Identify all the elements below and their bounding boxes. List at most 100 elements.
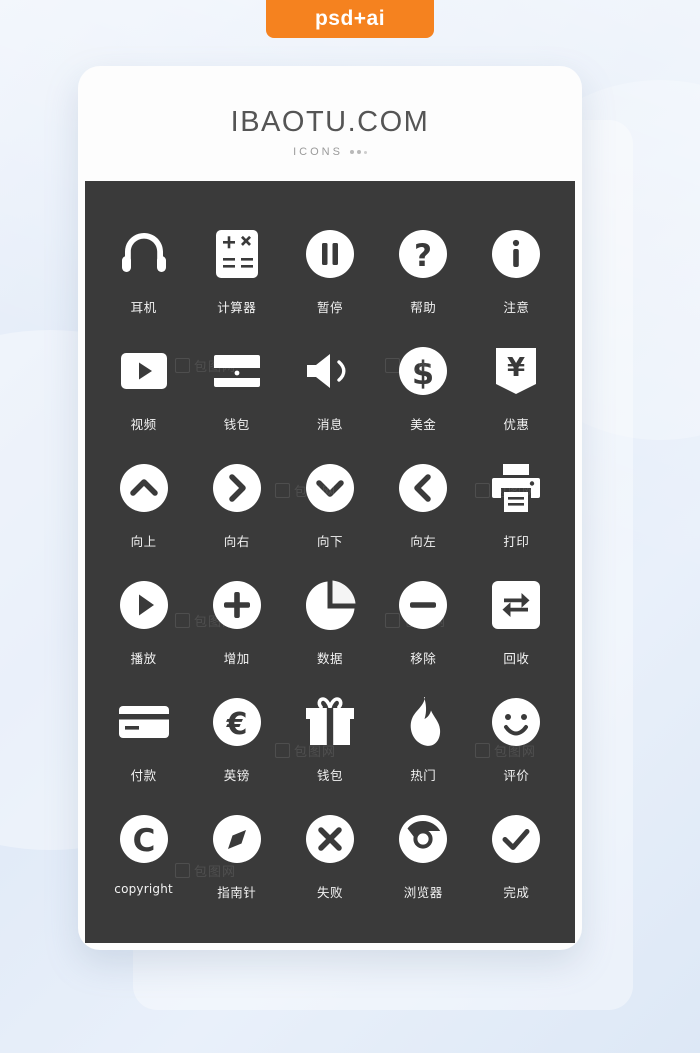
- icon-label: 注意: [503, 300, 530, 315]
- headphone-icon: [113, 223, 175, 285]
- play-icon: [113, 574, 175, 636]
- icon-cell[interactable]: 注意: [470, 223, 563, 340]
- icon-cell[interactable]: 暂停: [283, 223, 376, 340]
- compass-icon: [206, 808, 268, 870]
- arrow-right-icon: [206, 457, 268, 519]
- icon-cell[interactable]: 消息: [283, 340, 376, 457]
- icon-label: 美金: [410, 417, 437, 432]
- icon-label: 向上: [130, 534, 157, 549]
- dollar-icon: $: [392, 340, 454, 402]
- recycle-icon: [485, 574, 547, 636]
- icon-label: 视频: [130, 417, 157, 432]
- plus-icon: [206, 574, 268, 636]
- icon-cell[interactable]: Ccopyright: [97, 808, 190, 925]
- pause-icon: [299, 223, 361, 285]
- browser-icon: [392, 808, 454, 870]
- icon-cell[interactable]: 打印: [470, 457, 563, 574]
- icon-cell[interactable]: 指南针: [190, 808, 283, 925]
- icon-cell[interactable]: ? 帮助: [377, 223, 470, 340]
- icon-cell[interactable]: 浏览器: [377, 808, 470, 925]
- icon-label: 英镑: [223, 768, 250, 783]
- smiley-icon: [485, 691, 547, 753]
- euro-icon: €: [206, 691, 268, 753]
- icon-label: 热门: [410, 768, 437, 783]
- gift-icon: [299, 691, 361, 753]
- close-x-icon: [299, 808, 361, 870]
- icon-cell[interactable]: ¥ 优惠: [470, 340, 563, 457]
- icon-cell[interactable]: 播放: [97, 574, 190, 691]
- icon-cell[interactable]: 计算器: [190, 223, 283, 340]
- icon-label: 失败: [316, 885, 343, 900]
- pie-chart-icon: [299, 574, 361, 636]
- subtitle-dots-icon: [349, 150, 367, 154]
- svg-text:¥: ¥: [507, 353, 525, 383]
- wallet-icon: [206, 340, 268, 402]
- icon-label: 钱包: [223, 417, 250, 432]
- icon-cell[interactable]: 评价: [470, 691, 563, 808]
- icon-label: 钱包: [316, 768, 343, 783]
- video-icon: [113, 340, 175, 402]
- icon-cell[interactable]: 数据: [283, 574, 376, 691]
- icon-label: 帮助: [410, 300, 437, 315]
- icon-label: 向右: [223, 534, 250, 549]
- icon-label: 向下: [316, 534, 343, 549]
- icon-label: 付款: [130, 768, 157, 783]
- icon-label: 消息: [316, 417, 343, 432]
- icon-cell[interactable]: 钱包: [190, 340, 283, 457]
- icon-cell[interactable]: 耳机: [97, 223, 190, 340]
- icon-cell[interactable]: 付款: [97, 691, 190, 808]
- icon-label: 打印: [503, 534, 530, 549]
- icon-label: 数据: [316, 651, 343, 666]
- page-subtitle-row: ICONS: [78, 146, 582, 158]
- preview-card: IBAOTU.COM ICONS 耳机 计算器 暂停? 帮助 注意 视频 钱包 消息 $ 美金 ¥ 优…: [78, 66, 582, 950]
- icon-cell[interactable]: 完成: [470, 808, 563, 925]
- page-title: IBAOTU.COM: [230, 106, 430, 138]
- icon-cell[interactable]: $ 美金: [377, 340, 470, 457]
- copyright-icon: C: [113, 808, 175, 870]
- icon-label: 向左: [410, 534, 437, 549]
- svg-text:$: $: [412, 354, 434, 392]
- page-subtitle: ICONS: [293, 146, 343, 158]
- icon-cell[interactable]: 向右: [190, 457, 283, 574]
- arrow-down-icon: [299, 457, 361, 519]
- icon-grid: 耳机 计算器 暂停? 帮助 注意 视频 钱包 消息 $ 美金 ¥ 优惠 向上 向右 向下 向左 打印 播放 增加 数据…: [85, 181, 575, 925]
- yen-discount-icon: ¥: [485, 340, 547, 402]
- icon-cell[interactable]: 钱包: [283, 691, 376, 808]
- svg-text:C: C: [132, 823, 155, 859]
- icon-label: 计算器: [217, 300, 257, 315]
- icon-label: 指南针: [217, 885, 257, 900]
- icon-cell[interactable]: 向下: [283, 457, 376, 574]
- format-badge: psd+ai: [266, 0, 434, 38]
- brand-block: IBAOTU.COM ICONS: [78, 66, 582, 158]
- icon-label: copyright: [114, 882, 173, 896]
- icon-cell[interactable]: 向上: [97, 457, 190, 574]
- icon-cell[interactable]: 失败: [283, 808, 376, 925]
- icon-label: 完成: [503, 885, 530, 900]
- icon-panel: 耳机 计算器 暂停? 帮助 注意 视频 钱包 消息 $ 美金 ¥ 优惠 向上 向右 向下 向左 打印 播放 增加 数据…: [85, 181, 575, 943]
- icon-label: 浏览器: [403, 885, 443, 900]
- icon-cell[interactable]: 增加: [190, 574, 283, 691]
- icon-label: 暂停: [316, 300, 343, 315]
- arrow-up-icon: [113, 457, 175, 519]
- svg-text:?: ?: [414, 238, 432, 274]
- icon-label: 移除: [410, 651, 437, 666]
- icon-label: 增加: [223, 651, 250, 666]
- icon-label: 优惠: [503, 417, 530, 432]
- icon-cell[interactable]: 移除: [377, 574, 470, 691]
- icon-cell[interactable]: € 英镑: [190, 691, 283, 808]
- icon-cell[interactable]: 回收: [470, 574, 563, 691]
- icon-cell[interactable]: 向左: [377, 457, 470, 574]
- message-icon: [299, 340, 361, 402]
- icon-label: 耳机: [130, 300, 157, 315]
- icon-cell[interactable]: 视频: [97, 340, 190, 457]
- info-icon: [485, 223, 547, 285]
- icon-cell[interactable]: 热门: [377, 691, 470, 808]
- calculator-icon: [206, 223, 268, 285]
- fire-icon: [392, 691, 454, 753]
- printer-icon: [485, 457, 547, 519]
- help-icon: ?: [392, 223, 454, 285]
- icon-label: 评价: [503, 768, 530, 783]
- minus-icon: [392, 574, 454, 636]
- icon-label: 播放: [130, 651, 157, 666]
- check-icon: [485, 808, 547, 870]
